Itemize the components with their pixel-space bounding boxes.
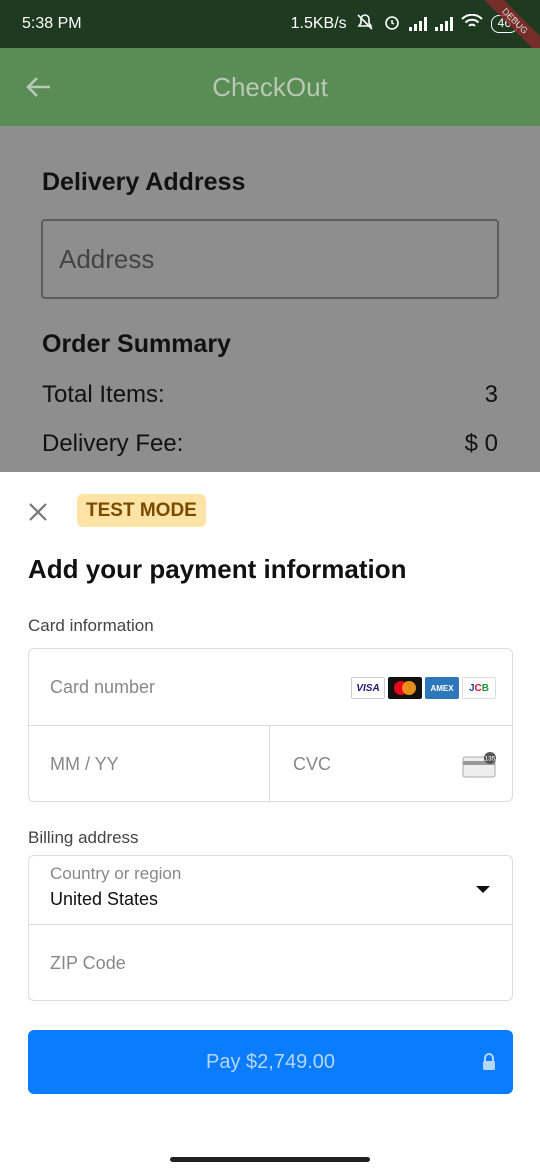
- status-time: 5:38 PM: [22, 15, 82, 32]
- test-mode-badge: TEST MODE: [77, 494, 206, 527]
- cvc-input[interactable]: CVC 135: [270, 726, 514, 803]
- country-value: United States: [50, 889, 159, 909]
- cvc-placeholder: CVC: [293, 754, 332, 774]
- pay-button[interactable]: Pay $2,749.00: [28, 1030, 513, 1094]
- address-placeholder: Address: [59, 243, 155, 274]
- payment-sheet: TEST MODE Add your payment information C…: [0, 472, 540, 1170]
- home-indicator[interactable]: [170, 1157, 370, 1162]
- card-number-input[interactable]: Card number VISA AMEX JCB: [29, 649, 512, 726]
- expiry-placeholder: MM / YY: [50, 754, 119, 774]
- app-title: CheckOut: [212, 71, 328, 102]
- delivery-address-title: Delivery Address: [42, 168, 246, 196]
- country-label: Country or region: [50, 864, 182, 883]
- svg-text:135: 135: [485, 756, 496, 763]
- expiry-input[interactable]: MM / YY: [29, 726, 270, 803]
- total-items-row: Total Items: 3: [42, 381, 498, 409]
- zip-placeholder: ZIP Code: [50, 953, 126, 973]
- lock-icon: [481, 1053, 497, 1071]
- network-speed: 1.5KB/s: [290, 15, 347, 32]
- cvc-card-icon: 135: [462, 752, 498, 778]
- billing-group: Country or region United States ZIP Code: [28, 855, 513, 1001]
- amex-icon: AMEX: [425, 677, 459, 699]
- mastercard-icon: [388, 677, 422, 699]
- order-summary-title: Order Summary: [42, 330, 231, 358]
- sheet-title: Add your payment information: [28, 554, 407, 584]
- status-icons: 1.5KB/s 46: [291, 13, 518, 36]
- checkout-page: Delivery Address Address Order Summary T…: [0, 126, 540, 472]
- mute-icon: [355, 13, 375, 36]
- card-info-label: Card information: [28, 616, 154, 635]
- delivery-fee-value: $ 0: [464, 430, 498, 457]
- visa-icon: VISA: [351, 677, 385, 699]
- zip-input[interactable]: ZIP Code: [29, 925, 512, 1002]
- card-info-group: Card number VISA AMEX JCB MM / YY CVC 13…: [28, 648, 514, 803]
- status-bar: 5:38 PM 1.5KB/s 46 DEBUG: [0, 0, 540, 65]
- total-items-value: 3: [484, 381, 498, 408]
- wifi-icon: [460, 13, 483, 35]
- jcb-icon: JCB: [462, 677, 496, 699]
- close-icon[interactable]: [26, 500, 50, 524]
- app-bar: CheckOut: [0, 48, 540, 126]
- signal-icon-2: [434, 17, 453, 31]
- delivery-fee-row: Delivery Fee: $ 0: [42, 430, 498, 458]
- dropdown-arrow-icon: [476, 886, 490, 893]
- pay-label: Pay $2,749.00: [206, 1050, 335, 1073]
- alarm-icon: [383, 13, 401, 36]
- card-number-placeholder: Card number: [50, 676, 156, 697]
- delivery-fee-label: Delivery Fee:: [42, 430, 184, 457]
- signal-icon-1: [408, 17, 427, 31]
- total-items-label: Total Items:: [42, 381, 165, 408]
- billing-address-label: Billing address: [28, 828, 139, 847]
- country-select[interactable]: Country or region United States: [29, 856, 512, 925]
- card-brands: VISA AMEX JCB: [351, 677, 496, 699]
- back-arrow-icon[interactable]: [24, 72, 54, 102]
- address-input[interactable]: Address: [41, 219, 499, 299]
